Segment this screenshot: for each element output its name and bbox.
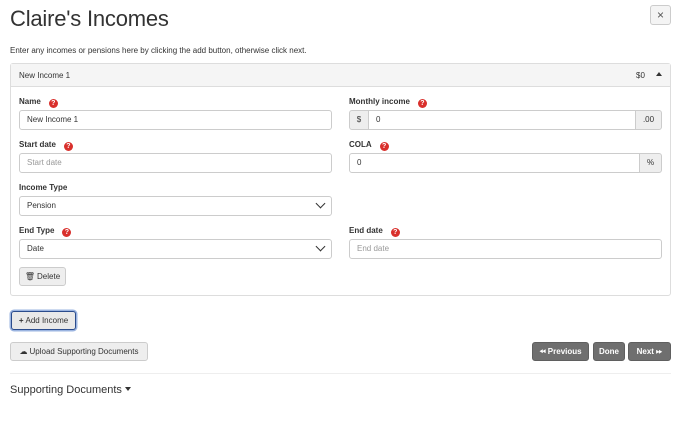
supporting-documents-title: Supporting Documents bbox=[10, 384, 122, 396]
add-income-label: Add Income bbox=[25, 316, 69, 325]
end-date-label-text: End date bbox=[349, 226, 383, 235]
question-circle-icon[interactable]: ? bbox=[390, 228, 400, 237]
income-panel-title: New Income 1 bbox=[19, 71, 71, 80]
upload-label: Upload Supporting Documents bbox=[29, 347, 139, 356]
end-type-select[interactable]: Date bbox=[19, 239, 332, 259]
delete-label: Delete bbox=[37, 272, 61, 281]
next-button[interactable]: Next ⏩︎ bbox=[628, 342, 671, 361]
income-panel-header[interactable]: New Income 1 $0 bbox=[11, 64, 670, 87]
name-label: Name? bbox=[19, 97, 58, 108]
end-date-input[interactable]: End date bbox=[349, 239, 662, 259]
income-panel-amount: $0 bbox=[636, 71, 645, 80]
cents-suffix: .00 bbox=[635, 110, 662, 130]
done-button[interactable]: Done bbox=[593, 342, 625, 361]
question-circle-icon[interactable]: ? bbox=[417, 99, 427, 108]
section-divider bbox=[10, 373, 671, 374]
start-date-input[interactable]: Start date bbox=[19, 153, 332, 173]
income-panel: New Income 1 $0 bbox=[10, 63, 671, 296]
previous-button[interactable]: ⏪︎ Previous bbox=[532, 342, 589, 361]
question-circle-icon[interactable]: ? bbox=[48, 99, 58, 108]
income-type-label: Income Type bbox=[19, 183, 68, 192]
name-label-text: Name bbox=[19, 97, 41, 106]
question-circle-icon[interactable]: ? bbox=[379, 142, 389, 151]
income-type-select[interactable]: Pension bbox=[19, 196, 332, 216]
collapse-caret-icon[interactable] bbox=[656, 72, 662, 76]
previous-label: Previous bbox=[547, 347, 582, 356]
end-type-label-text: End Type bbox=[19, 226, 55, 235]
page-title: Claire's Incomes bbox=[10, 6, 169, 31]
trash-icon: 🗑︎ bbox=[24, 272, 36, 281]
cola-label: COLA? bbox=[349, 140, 389, 151]
income-type-selected: Pension bbox=[27, 201, 56, 210]
intro-text: Enter any incomes or pensions here by cl… bbox=[10, 46, 307, 55]
monthly-income-input[interactable]: 0 bbox=[368, 110, 636, 130]
plus-icon: + bbox=[18, 316, 24, 325]
close-button[interactable]: × bbox=[650, 5, 671, 25]
monthly-income-label-text: Monthly income bbox=[349, 97, 410, 106]
add-income-button[interactable]: + Add Income bbox=[11, 311, 76, 330]
start-date-label-text: Start date bbox=[19, 140, 56, 149]
end-date-label: End date? bbox=[349, 226, 400, 237]
question-circle-icon[interactable]: ? bbox=[63, 142, 73, 151]
caret-down-icon bbox=[124, 387, 131, 391]
cola-input[interactable]: 0 bbox=[349, 153, 640, 173]
currency-prefix: $ bbox=[349, 110, 369, 130]
upload-supporting-documents-button[interactable]: ☁︎ Upload Supporting Documents bbox=[10, 342, 148, 361]
monthly-income-label: Monthly income? bbox=[349, 97, 427, 108]
next-label: Next bbox=[636, 347, 654, 356]
start-date-label: Start date? bbox=[19, 140, 73, 151]
end-type-selected: Date bbox=[27, 244, 44, 253]
cola-label-text: COLA bbox=[349, 140, 372, 149]
forward-icon: ⏩︎ bbox=[655, 347, 663, 356]
supporting-documents-toggle[interactable]: Supporting Documents bbox=[10, 384, 131, 396]
name-input[interactable]: New Income 1 bbox=[19, 110, 332, 130]
cloud-upload-icon: ☁︎ bbox=[19, 347, 28, 356]
question-circle-icon[interactable]: ? bbox=[62, 228, 72, 237]
delete-button[interactable]: 🗑︎ Delete bbox=[19, 267, 66, 286]
backward-icon: ⏪︎ bbox=[539, 347, 546, 356]
end-type-label: End Type? bbox=[19, 226, 72, 237]
percent-suffix: % bbox=[639, 153, 662, 173]
